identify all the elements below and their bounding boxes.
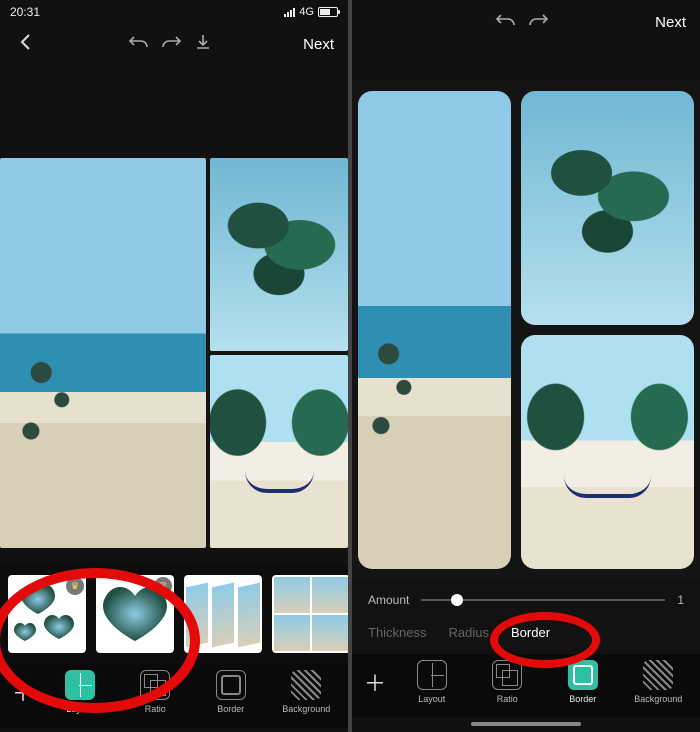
blank-space [0,68,348,158]
border-panel: Amount 1 Thickness Radius Border [352,579,700,654]
nav-bar: Next [0,20,348,68]
bottom-toolbar: ＋ Layout Ratio Border Background [0,664,348,728]
tool-background[interactable]: Background [271,670,343,714]
add-button[interactable]: ＋ [358,665,392,699]
slider-thumb[interactable] [451,594,463,606]
template-hearts-3[interactable]: ♛ [8,575,86,653]
clock: 20:31 [10,5,40,19]
border-icon [216,670,246,700]
tool-border[interactable]: Border [547,660,619,704]
tool-border[interactable]: Border [195,670,267,714]
tool-layout[interactable]: Layout [396,660,468,704]
collage-photo-main[interactable] [358,91,511,569]
next-button[interactable]: Next [651,10,690,35]
collage-photo-2[interactable] [521,91,694,325]
crown-icon: ♛ [154,577,172,595]
download-icon[interactable] [187,33,219,56]
collage-photo-2[interactable] [210,158,348,351]
bottom-toolbar: ＋ Layout Ratio Border Background [352,654,700,718]
crown-icon: ♛ [66,577,84,595]
subtab-radius[interactable]: Radius [449,625,489,640]
background-icon [643,660,673,690]
tool-label: Background [282,704,330,714]
collage-canvas[interactable] [0,158,348,548]
status-bar: 20:31 4G [0,0,348,20]
tool-label: Border [217,704,244,714]
tool-ratio[interactable]: Ratio [472,660,544,704]
screenshot-right: Next Amount 1 Thickness Radius Border ＋ [352,0,700,732]
collage-canvas[interactable] [352,81,700,579]
undo-icon[interactable] [490,12,522,33]
battery-icon [318,7,338,17]
tool-label: Layout [66,704,93,714]
tool-background[interactable]: Background [623,660,695,704]
template-strip[interactable]: ♛ ♛ [0,564,348,664]
ratio-icon [492,660,522,690]
nav-bar: Next [352,0,700,47]
tool-label: Ratio [145,704,166,714]
status-right: 4G [284,6,338,18]
background-icon [291,670,321,700]
back-icon[interactable] [10,33,42,56]
collage-photo-3[interactable] [521,335,694,569]
template-heart-1[interactable]: ♛ [96,575,174,653]
network-label: 4G [299,6,314,18]
screenshot-left: 20:31 4G Next [0,0,348,732]
signal-icon [284,7,295,17]
template-skew-3[interactable] [184,575,262,653]
collage-photo-3[interactable] [210,355,348,548]
border-icon [568,660,598,690]
layout-icon [65,670,95,700]
tool-label: Ratio [497,694,518,704]
amount-label: Amount [368,593,409,607]
tool-label: Background [634,694,682,704]
template-grid-4[interactable] [272,575,348,653]
border-subtabs: Thickness Radius Border [368,625,684,640]
tool-label: Layout [418,694,445,704]
amount-slider-row: Amount 1 [368,593,684,607]
redo-icon[interactable] [155,34,187,55]
add-button[interactable]: ＋ [6,675,40,709]
redo-icon[interactable] [522,12,554,33]
amount-slider[interactable] [421,593,665,607]
undo-icon[interactable] [123,34,155,55]
tool-ratio[interactable]: Ratio [120,670,192,714]
tool-layout[interactable]: Layout [44,670,116,714]
subtab-border[interactable]: Border [511,625,550,640]
next-button[interactable]: Next [299,32,338,57]
ratio-icon [140,670,170,700]
amount-value: 1 [677,593,684,607]
tool-label: Border [569,694,596,704]
subtab-thickness[interactable]: Thickness [368,625,427,640]
home-indicator [471,722,581,726]
collage-photo-main[interactable] [0,158,206,548]
layout-icon [417,660,447,690]
